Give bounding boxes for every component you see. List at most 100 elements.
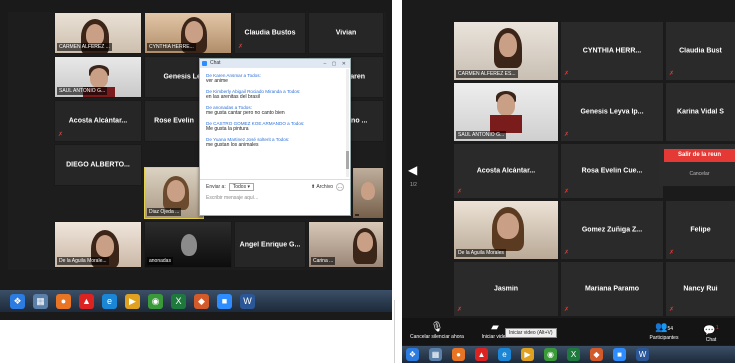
zoom-icon[interactable]: ■ xyxy=(217,293,232,309)
participant-name: SAUL ANTONIO G... xyxy=(456,131,507,139)
mic-muted-icon: ✗ xyxy=(669,71,675,77)
paint-icon[interactable]: ◆ xyxy=(590,348,603,361)
left-video-grid: CARMEN ALFEREZ ... CYNTHIA HERRE... Clau… xyxy=(8,12,386,270)
send-to-label: Enviar a: xyxy=(206,184,226,190)
mic-muted-icon: ✗ xyxy=(457,307,463,313)
video-tile[interactable]: SAUL ANTONIO G... xyxy=(454,83,558,141)
pdf-icon[interactable]: ▲ xyxy=(79,293,94,309)
excel-icon[interactable]: X xyxy=(171,293,186,309)
video-tile[interactable]: Rose Evelin xyxy=(144,100,204,142)
excel-icon[interactable]: X xyxy=(567,348,580,361)
meeting-toolbar: 🎙 Cancelar silenciar ahora ▰ Iniciar vid… xyxy=(402,318,735,345)
file-button[interactable]: ⬆ Archivo xyxy=(311,184,333,190)
chat-message-input[interactable]: Escribir mensaje aquí... xyxy=(206,195,344,201)
video-tile[interactable]: DIEGO ALBERTO... xyxy=(54,144,142,186)
chat-title: Chat xyxy=(210,60,221,66)
participant-name: Karina Vidal S xyxy=(677,108,724,116)
participant-name: De la Aguila Morale... xyxy=(57,257,109,265)
left-screenshot: CARMEN ALFEREZ ... CYNTHIA HERRE... Clau… xyxy=(0,0,392,320)
chat-compose-area: Enviar a: Todos ▾ ⬆ Archivo ... Escribir… xyxy=(200,179,350,216)
chat-text: me gusta cantar pero no canto bien xyxy=(206,110,285,116)
video-tile[interactable]: Jasmin ✗ xyxy=(454,262,558,316)
chat-text: Me gusta la pintura xyxy=(206,126,249,132)
video-tile[interactable]: CYNTHIA HERRE... xyxy=(144,12,232,54)
chat-message: De CASTRO GOMEZ KOE ARMANDO a Todos: Me … xyxy=(206,121,342,132)
desktop-icon[interactable]: ▦ xyxy=(429,348,442,361)
firefox-icon[interactable]: ● xyxy=(452,348,465,361)
participant-name xyxy=(355,214,359,216)
firefox-icon[interactable]: ● xyxy=(56,293,71,309)
participant-name: De la Aguila Morales xyxy=(456,249,506,257)
video-tile[interactable]: CYNTHIA HERR... ✗ xyxy=(561,22,663,80)
chat-app-icon xyxy=(202,61,207,66)
participant-name: Rosa Evelin Cue... xyxy=(581,167,643,175)
chat-text: me gustan los animales xyxy=(206,142,259,148)
chat-scrollbar[interactable] xyxy=(346,69,349,177)
mic-muted-icon: ✗ xyxy=(564,250,570,256)
video-tile[interactable]: Acosta Alcántar... ✗ xyxy=(54,100,142,142)
video-tile[interactable]: Nancy Rui ✗ xyxy=(666,262,735,316)
cancel-button[interactable]: Cancelar xyxy=(664,171,735,177)
participant-name: anonadas xyxy=(147,257,173,265)
mic-muted-icon: ✗ xyxy=(238,44,244,50)
video-tile[interactable]: Felipe ✗ xyxy=(666,201,735,259)
chat-window: Chat ‒ ▢ ✕ De Karen Ansmar a Todos: ver … xyxy=(199,58,351,216)
window-controls[interactable]: ‒ ▢ ✕ xyxy=(324,60,348,69)
send-to-select[interactable]: Todos ▾ xyxy=(228,183,254,191)
start-icon[interactable]: ❖ xyxy=(10,293,25,309)
video-tile[interactable] xyxy=(352,167,384,219)
participant-name: Acosta Alcántar... xyxy=(476,167,536,175)
video-tile[interactable]: Angel Enrique G... xyxy=(234,221,306,268)
participant-name: SAUL ANTONIO G... xyxy=(57,87,108,95)
video-tile[interactable]: Gomez Zuñiga Z... ✗ xyxy=(561,201,663,259)
video-tile[interactable]: Acosta Alcántar... ✗ xyxy=(454,144,558,198)
video-tile[interactable]: anonadas xyxy=(144,221,232,268)
start-icon[interactable]: ❖ xyxy=(406,348,419,361)
right-screenshot: ◀ 1/2 CARMEN ALFEREZ ES... CYNTHIA HERR.… xyxy=(402,0,735,363)
edge-icon[interactable]: e xyxy=(498,348,511,361)
desktop-icon[interactable]: ▦ xyxy=(33,293,48,309)
chat-button[interactable]: 💬1 Chat xyxy=(698,322,724,343)
participant-name: Vivian xyxy=(335,29,357,37)
video-tile[interactable]: Claudia Bustos ✗ xyxy=(234,12,306,54)
video-tile[interactable]: De la Aguila Morale... xyxy=(54,221,142,268)
chrome-icon[interactable]: ◉ xyxy=(148,293,163,309)
zoom-icon[interactable]: ■ xyxy=(613,348,626,361)
participants-button[interactable]: 👥54 Participantes xyxy=(646,322,682,341)
video-tile[interactable]: Genesis Leyva Ip... ✗ xyxy=(561,83,663,141)
edge-icon[interactable]: e xyxy=(102,293,117,309)
participant-name: Genesis Leyva Ip... xyxy=(580,108,644,116)
chrome-icon[interactable]: ◉ xyxy=(544,348,557,361)
chat-message: De Yuana Martinez José solterit a Todos:… xyxy=(206,137,342,148)
word-icon[interactable]: W xyxy=(240,293,255,309)
previous-page-icon[interactable]: ◀ xyxy=(408,163,417,177)
mic-muted-icon: ✗ xyxy=(669,307,675,313)
video-tile[interactable]: Rosa Evelin Cue... ✗ xyxy=(561,144,663,198)
chat-text: ver anime xyxy=(206,78,228,84)
video-tile[interactable]: Mariana Paramo ✗ xyxy=(561,262,663,316)
leave-meeting-button[interactable]: Salir de la reun xyxy=(664,149,735,162)
video-tile-active[interactable]: Diaz Ojeda ... xyxy=(144,167,204,219)
video-tile[interactable]: SAUL ANTONIO G... xyxy=(54,56,142,98)
video-tile[interactable]: CARMEN ALFEREZ ES... xyxy=(454,22,558,80)
video-tile[interactable]: CARMEN ALFEREZ ... xyxy=(54,12,142,54)
word-icon[interactable]: W xyxy=(636,348,649,361)
video-tile[interactable]: Karina Vidal S xyxy=(666,83,735,141)
paint-icon[interactable]: ◆ xyxy=(194,293,209,309)
media-player-icon[interactable]: ▶ xyxy=(125,293,140,309)
video-tile[interactable]: Claudia Bust ✗ xyxy=(666,22,735,80)
participant-name: Diaz Ojeda ... xyxy=(147,208,182,216)
participant-name: Rose Evelin xyxy=(154,117,194,125)
mute-all-button[interactable]: 🎙 Cancelar silenciar ahora xyxy=(406,322,468,340)
video-tile[interactable]: Carina ... xyxy=(308,221,384,268)
participant-name: Mariana Paramo xyxy=(584,285,640,293)
video-tile[interactable]: Vivian xyxy=(308,12,384,54)
participant-name: Gomez Zuñiga Z... xyxy=(581,226,643,234)
start-video-tooltip: Iniciar video (Alt+V) xyxy=(505,328,557,338)
video-tile-active[interactable]: De la Aguila Morales xyxy=(454,201,558,259)
pdf-icon[interactable]: ▲ xyxy=(475,348,488,361)
media-player-icon[interactable]: ▶ xyxy=(521,348,534,361)
mic-muted-icon: ✗ xyxy=(564,307,570,313)
chat-message-list[interactable]: De Karen Ansmar a Todos: ver anime De Ki… xyxy=(200,69,348,177)
more-options-button[interactable]: ... xyxy=(336,183,344,191)
